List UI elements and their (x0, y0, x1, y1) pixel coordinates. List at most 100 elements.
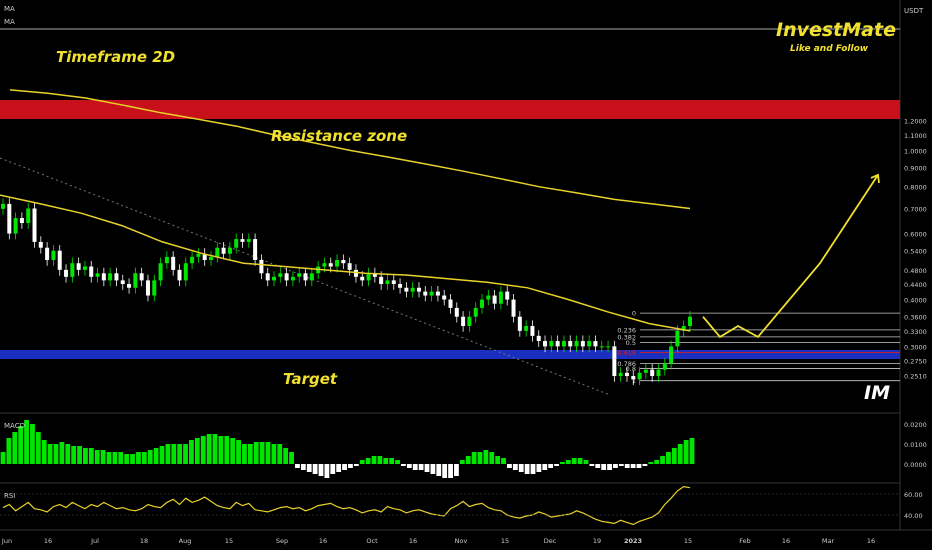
macd-bar (465, 456, 471, 464)
candle-body (467, 316, 472, 327)
time-tick-label: Sep (276, 537, 288, 545)
candle-body (246, 239, 251, 242)
macd-bar (71, 446, 77, 464)
macd-bar (518, 464, 524, 472)
candle-body (215, 247, 220, 257)
macd-bar (377, 456, 383, 464)
macd-bar (454, 464, 459, 476)
macd-bar (124, 454, 130, 464)
ma2-label[interactable]: MA (4, 18, 15, 26)
macd-bar (330, 464, 336, 474)
candle-body (253, 239, 258, 261)
rsi-label[interactable]: RSI (4, 492, 15, 500)
price-chart[interactable]: 00.2360.3820.50.6180.7860.81 1.20001.100… (0, 0, 932, 550)
macd-bar (548, 464, 554, 468)
candle-body (543, 341, 548, 347)
macd-bar (383, 458, 389, 464)
candle-body (183, 263, 188, 281)
macd-bar (342, 464, 347, 470)
time-tick-label: 16 (782, 537, 790, 545)
macd-bar (295, 464, 300, 468)
macd-bar (30, 424, 35, 464)
candle-body (511, 299, 516, 317)
candle-body (51, 250, 56, 261)
candle-body (624, 372, 629, 377)
ma1-label[interactable]: MA (4, 5, 15, 13)
macd-tick-label: 0.0000 (904, 461, 927, 469)
macd-bar (595, 464, 601, 468)
candle-body (410, 287, 415, 292)
candle-body (486, 295, 491, 300)
brand-name: InvestMate (776, 19, 896, 41)
candle-body (599, 346, 604, 348)
rsi-tick-label: 60.00 (904, 491, 923, 499)
macd-bar (459, 460, 465, 464)
candle-body (593, 341, 598, 347)
macd-bar (230, 438, 236, 464)
candle-body (190, 256, 195, 264)
candle-body (309, 273, 314, 281)
time-tick-label: 16 (319, 537, 327, 545)
candle-body (675, 330, 680, 347)
candle-body (618, 372, 623, 377)
macd-bar (571, 458, 577, 464)
macd-bar (542, 464, 548, 470)
candle-body (139, 273, 144, 281)
macd-bar (118, 452, 124, 464)
macd-bar (442, 464, 448, 478)
macd-bar (277, 444, 283, 464)
candle-body (265, 273, 270, 281)
macd-tick-label: 0.0200 (904, 421, 927, 429)
macd-bar (583, 460, 589, 464)
macd-bar (677, 444, 683, 464)
price-tick-label: 1.0000 (904, 147, 927, 155)
candle-body (272, 276, 277, 281)
resistance-zone (0, 100, 900, 119)
macd-bar (654, 460, 660, 464)
target-zone (0, 350, 900, 359)
candle-body (448, 299, 453, 308)
candle-body (95, 273, 100, 277)
macd-bar (35, 432, 41, 464)
macd-bar (18, 426, 24, 464)
macd-bar (147, 450, 153, 464)
candle-body (366, 273, 371, 281)
fib-level-label: 0.618 (617, 349, 636, 357)
candle-body (101, 273, 106, 281)
macd-bar (65, 444, 71, 464)
candle-body (429, 291, 434, 296)
macd-bar (153, 448, 159, 464)
price-tick-label: 0.8000 (904, 184, 927, 192)
macd-bar (501, 458, 506, 464)
macd-bar (554, 464, 559, 466)
candle-body (120, 280, 125, 285)
macd-bar (265, 442, 271, 464)
time-tick-label: 15 (225, 537, 233, 545)
macd-bar (630, 464, 636, 468)
candle-body (208, 256, 213, 261)
macd-bar (689, 438, 695, 464)
macd-bar (336, 464, 342, 472)
candle-body (688, 316, 692, 327)
macd-bar (94, 450, 100, 464)
macd-bar (607, 464, 612, 470)
macd-bar (6, 438, 12, 464)
macd-label[interactable]: MACD (4, 422, 25, 430)
macd-bar (171, 444, 177, 464)
candle-body (13, 218, 18, 234)
brand-tagline: Like and Follow (790, 44, 869, 54)
macd-bar (406, 464, 412, 468)
candle-body (505, 291, 510, 300)
time-tick-label: 18 (140, 537, 148, 545)
macd-bar (530, 464, 536, 474)
candle-body (574, 341, 579, 347)
macd-bar (359, 460, 365, 464)
macd-bar (130, 454, 135, 464)
candle-body (492, 295, 497, 304)
macd-bar (395, 460, 400, 464)
macd-bar (618, 464, 624, 466)
candle-body (498, 291, 503, 304)
macd-bar (324, 464, 330, 478)
price-tick-label: 0.6000 (904, 231, 927, 239)
candle-body (45, 247, 50, 261)
